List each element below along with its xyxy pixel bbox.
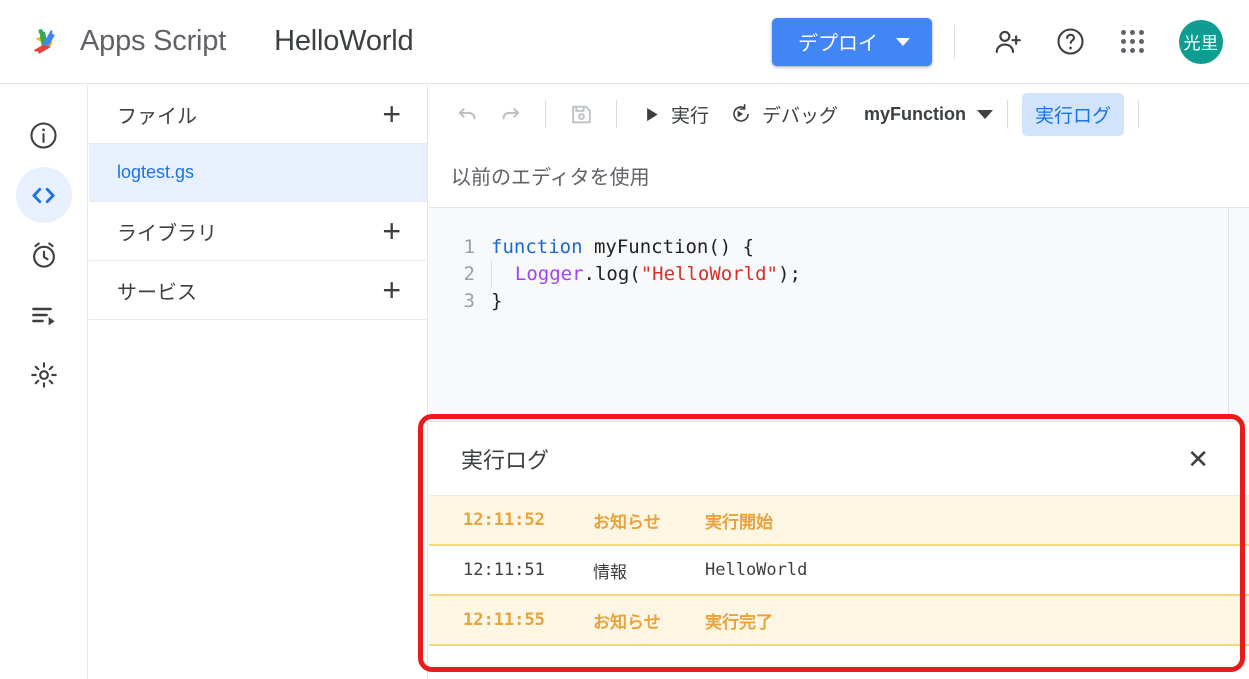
code-line-text: Logger.log("HelloWorld"); (491, 261, 801, 288)
code-token: } (491, 290, 503, 312)
avatar[interactable]: 光里 (1179, 19, 1223, 64)
left-nav-rail (0, 85, 88, 679)
log-level: お知らせ (593, 612, 661, 633)
debug-button[interactable]: デバッグ (719, 95, 848, 134)
line-number: 2 (463, 263, 475, 285)
execution-log-row[interactable]: 12:11:55 お知らせ 実行完了 (429, 596, 1249, 646)
code-token: ); (778, 263, 801, 285)
execution-log-row[interactable]: 12:11:51 情報 HelloWorld (429, 546, 1249, 596)
sidebar-item-settings[interactable] (16, 347, 72, 403)
run-button-label: 実行 (671, 105, 710, 127)
code-line-text: } (491, 288, 502, 315)
editor-subbar: 以前のエディタを使用 (429, 144, 1249, 208)
debug-button-label: デバッグ (762, 105, 839, 127)
files-section-label: ファイル (117, 105, 197, 128)
code-token: Logger (492, 263, 584, 285)
log-message: HelloWorld (705, 560, 808, 580)
log-message: 実行完了 (705, 612, 773, 633)
sidebar-item-triggers[interactable] (16, 227, 72, 283)
undo-icon[interactable] (447, 93, 489, 135)
sidebar-item-overview[interactable] (16, 107, 72, 163)
log-timestamp: 12:11:51 (463, 560, 545, 580)
deploy-button[interactable]: デプロイ (772, 17, 932, 66)
log-level: お知らせ (593, 512, 661, 533)
add-file-button[interactable]: + (378, 98, 405, 130)
log-timestamp: 12:11:55 (463, 610, 545, 630)
list-item-file[interactable]: logtest.gs (89, 144, 427, 202)
deploy-button-label: デプロイ (798, 33, 878, 55)
person-add-icon[interactable] (985, 19, 1031, 65)
toolbar-divider (616, 100, 617, 128)
code-token: .log( (583, 263, 641, 285)
code-line: 3} (429, 288, 1249, 315)
execution-log-panel: 実行ログ ✕ 12:11:52 お知らせ 実行開始 12:11:51 情報 HelloWo… (429, 421, 1249, 679)
save-icon[interactable] (560, 93, 602, 135)
code-token: myFunction() { (593, 236, 755, 258)
play-triangle-icon (647, 107, 658, 121)
code-token: function (491, 236, 594, 258)
log-level: 情報 (593, 562, 627, 583)
execution-log-header: 実行ログ ✕ (429, 422, 1249, 496)
toolbar-divider (954, 24, 955, 59)
function-selector-value: myFunction (864, 103, 967, 124)
execution-log-rows: 12:11:52 お知らせ 実行開始 12:11:51 情報 HelloWorld 12:1… (429, 496, 1249, 646)
toolbar-divider (1007, 100, 1009, 128)
sidebar-item-executions[interactable] (16, 287, 72, 343)
sidebar-item-editor[interactable] (15, 167, 72, 223)
services-section-label: サービス (117, 281, 197, 304)
code-line: 2 Logger.log("HelloWorld"); (429, 261, 1249, 288)
apps-grid-icon[interactable] (1109, 19, 1155, 65)
chevron-down-icon (977, 109, 994, 119)
brand-name: Apps Script (80, 25, 227, 57)
code-line-text: function myFunction() { (491, 234, 754, 261)
apps-script-logo (24, 20, 68, 64)
close-x-icon[interactable]: ✕ (1179, 442, 1217, 476)
function-selector[interactable]: myFunction (864, 103, 994, 125)
chevron-down-icon (896, 37, 910, 46)
code-token: "HelloWorld" (640, 263, 778, 285)
execution-log-toggle[interactable]: 実行ログ (1022, 92, 1125, 136)
add-service-button[interactable]: + (378, 274, 405, 306)
top-bar-actions: デプロイ 光里 (772, 0, 1249, 83)
debug-icon (733, 104, 749, 122)
libraries-section-header[interactable]: ライブラリ + (89, 202, 427, 261)
toolbar-divider (1138, 100, 1140, 128)
execution-log-title: 実行ログ (461, 447, 550, 473)
editor-toolbar: 実行 デバッグ myFunction 実行ログ (429, 85, 1249, 144)
services-section-header[interactable]: サービス + (89, 261, 427, 320)
add-library-button[interactable]: + (378, 215, 405, 247)
apps-script-window: Apps Script HelloWorld デプロイ 光里 ファイル + lo… (0, 0, 1249, 679)
run-button[interactable]: 実行 (631, 95, 719, 134)
log-timestamp: 12:11:52 (463, 510, 545, 530)
project-title: HelloWorld (274, 25, 414, 57)
execution-log-row[interactable]: 12:11:52 お知らせ 実行開始 (429, 496, 1249, 546)
libraries-section-label: ライブラリ (117, 222, 217, 245)
toolbar-divider (545, 100, 546, 128)
help-circle-icon[interactable] (1047, 19, 1093, 65)
file-panel: ファイル + logtest.gs ライブラリ + サービス + (89, 85, 428, 679)
line-number: 3 (463, 290, 475, 312)
files-section-header[interactable]: ファイル + (89, 85, 427, 144)
top-bar: Apps Script HelloWorld デプロイ 光里 (0, 0, 1249, 84)
code-lines-container: 1 function myFunction() {2 Logger.log("He… (429, 234, 1249, 315)
legacy-editor-link[interactable]: 以前のエディタを使用 (451, 161, 650, 190)
redo-icon[interactable] (489, 93, 531, 135)
code-line: 1 function myFunction() { (429, 234, 1249, 261)
log-message: 実行開始 (705, 512, 773, 533)
line-number: 1 (463, 236, 475, 258)
